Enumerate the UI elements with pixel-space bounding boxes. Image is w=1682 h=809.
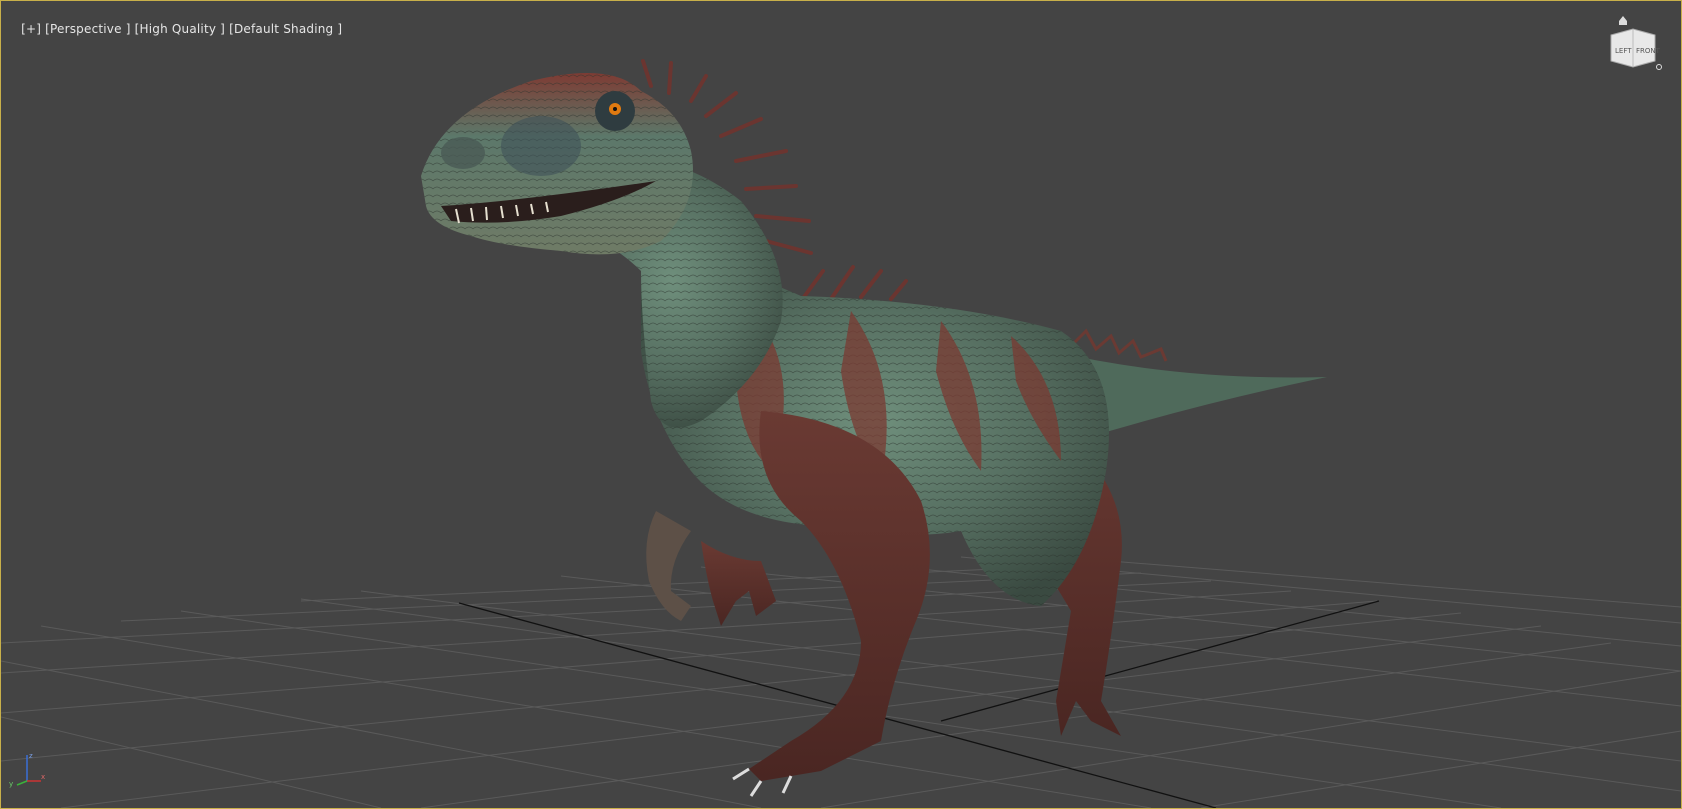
viewcube[interactable]: LEFT FRONT (1603, 11, 1663, 71)
y-axis-label: y (9, 780, 13, 788)
viewcube-home-icon[interactable] (1619, 16, 1627, 25)
viewcube-left-face[interactable]: LEFT (1615, 47, 1632, 55)
home-grid (1, 556, 1681, 808)
viewport-label-bar: [+] [Perspective ] [High Quality ] [Defa… (5, 8, 342, 50)
viewcube-menu-icon[interactable] (1656, 64, 1662, 70)
axis-tripod: z y x (7, 749, 47, 789)
viewcube-front-face[interactable]: FRONT (1636, 47, 1661, 55)
viewport-shading-button[interactable]: [Default Shading ] (229, 22, 342, 36)
perspective-viewport[interactable]: [+] [Perspective ] [High Quality ] [Defa… (0, 0, 1682, 809)
viewport-quality-button[interactable]: [High Quality ] (135, 22, 225, 36)
scene-canvas[interactable] (1, 1, 1681, 808)
viewport-menu-button[interactable]: [+] (21, 22, 41, 36)
x-axis-label: x (41, 773, 45, 781)
z-axis-label: z (29, 752, 33, 760)
viewport-view-button[interactable]: [Perspective ] (45, 22, 130, 36)
raptor-model[interactable] (421, 59, 1327, 797)
